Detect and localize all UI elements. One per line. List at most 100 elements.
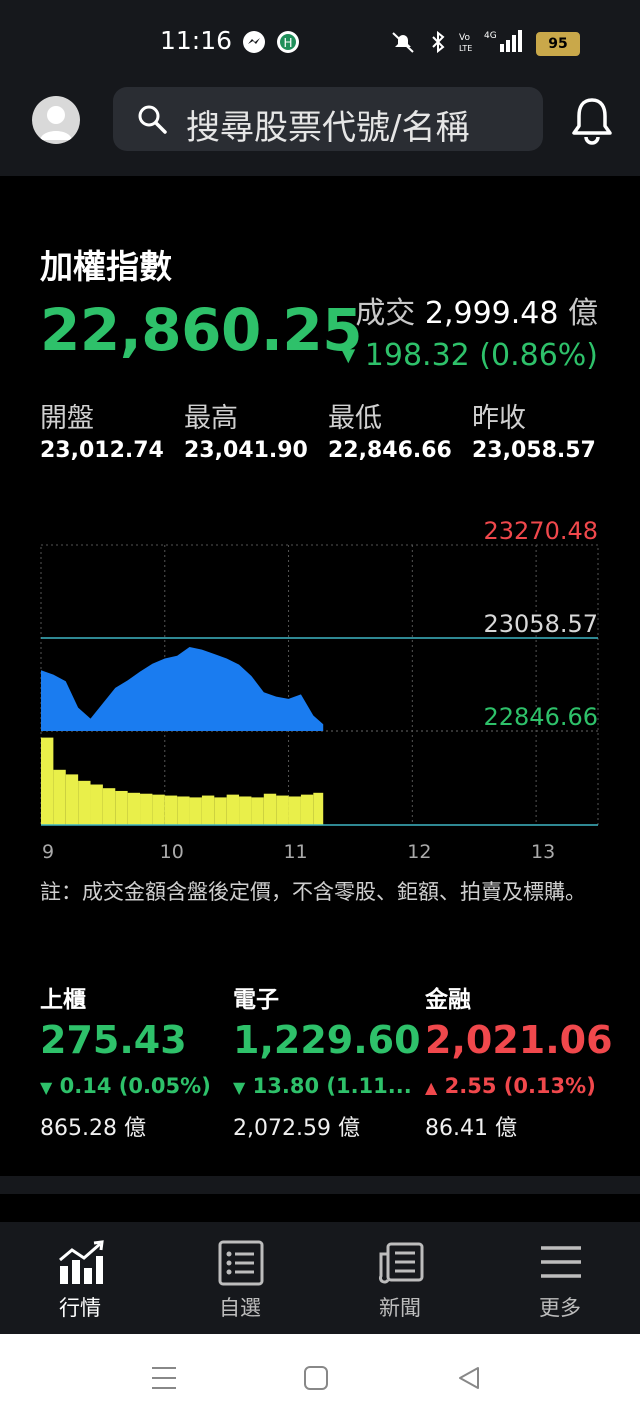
- x-tick-label: 9: [42, 841, 54, 863]
- search-icon: [138, 105, 167, 134]
- ohlc-high-value: 23,041.90: [184, 438, 308, 463]
- tab-watchlist[interactable]: 自選: [160, 1222, 320, 1334]
- sector-finance-amount: 86.41 億: [425, 1116, 517, 1141]
- ohlc-high-label: 最高: [184, 403, 238, 434]
- bluetooth-icon: [432, 30, 445, 54]
- ohlc-low-label: 最低: [328, 403, 382, 434]
- turnover-unit: 億: [568, 296, 598, 331]
- volume-bar: [251, 797, 264, 825]
- sector-electronics-change: ▼ 13.80 (1.11...: [233, 1074, 412, 1098]
- list-icon: [218, 1240, 264, 1286]
- y-label-prevclose: 23058.57: [483, 610, 598, 638]
- search-placeholder: 搜尋股票代號/名稱: [186, 108, 470, 148]
- turnover-note: 註：成交金額含盤後定價，不含零股、鉅額、拍賣及標購。: [40, 880, 586, 904]
- ohlc-low-value: 22,846.66: [328, 438, 452, 463]
- mute-bell-icon: [392, 32, 414, 53]
- down-arrow-icon: ▼: [40, 1078, 53, 1097]
- tab-news[interactable]: 新聞: [320, 1222, 480, 1334]
- volte-icon: Vo LTE: [459, 33, 472, 53]
- tab-market-label: 行情: [59, 1296, 101, 1320]
- volume-bar: [78, 780, 91, 825]
- index-value: 22,860.25: [40, 296, 363, 364]
- turnover-value: 2,999.48: [424, 296, 559, 331]
- volume-bar: [189, 797, 202, 825]
- tab-market[interactable]: 行情: [0, 1222, 160, 1334]
- chart-icon: [59, 1240, 104, 1284]
- sector-electronics-value[interactable]: 1,229.60: [233, 1018, 421, 1062]
- volume-bar: [214, 797, 227, 825]
- ohlc-prevclose-value: 23,058.57: [472, 438, 596, 463]
- down-arrow-icon: ▼: [233, 1078, 246, 1097]
- svg-text:H: H: [283, 36, 292, 50]
- up-arrow-icon: ▲: [425, 1078, 438, 1097]
- turnover-label: 成交: [355, 296, 416, 331]
- volume-bar: [276, 795, 289, 825]
- turnover: 成交 2,999.48 億: [355, 288, 598, 332]
- volume-bar: [53, 769, 66, 825]
- volume-bar: [313, 792, 324, 825]
- volume-bar: [164, 795, 178, 825]
- index-change: ▼ 198.32 (0.86%): [341, 338, 598, 373]
- svg-text:LTE: LTE: [459, 44, 472, 53]
- y-label-high: 23270.48: [483, 517, 598, 545]
- avatar[interactable]: [32, 96, 80, 144]
- x-tick-label: 13: [531, 841, 555, 863]
- x-tick-label: 12: [407, 841, 431, 863]
- intraday-chart[interactable]: 23270.48 23058.57 22846.66 9 10 11 12 13: [0, 500, 640, 872]
- status-time: 11:16: [160, 26, 233, 55]
- price-area: [41, 647, 324, 731]
- recent-apps-icon[interactable]: [150, 1364, 178, 1392]
- sector-otc-change-value: 0.14 (0.05%): [59, 1074, 211, 1098]
- sector-finance-change-value: 2.55 (0.13%): [444, 1074, 596, 1098]
- sector-finance-value[interactable]: 2,021.06: [425, 1018, 613, 1062]
- sector-otc-value[interactable]: 275.43: [40, 1018, 187, 1062]
- sector-finance-name: 金融: [425, 987, 471, 1013]
- y-label-low: 22846.66: [483, 703, 598, 731]
- battery-level: 95: [548, 36, 568, 52]
- bell-icon[interactable]: [570, 96, 614, 146]
- x-tick-label: 10: [160, 841, 184, 863]
- down-arrow-icon: ▼: [341, 345, 356, 366]
- hospital-app-icon: H: [277, 31, 299, 53]
- ohlc-open-value: 23,012.74: [40, 438, 164, 463]
- volume-bar: [140, 793, 153, 825]
- volume-bar: [288, 796, 301, 825]
- ohlc-prevclose-label: 昨收: [472, 403, 526, 434]
- battery-icon: 95: [536, 32, 580, 56]
- svg-text:4G: 4G: [484, 31, 497, 41]
- tab-more-label: 更多: [539, 1296, 581, 1320]
- index-name: 加權指數: [40, 247, 172, 286]
- volume-bar: [300, 794, 314, 825]
- volume-bar: [226, 794, 240, 825]
- volume-bar: [263, 793, 277, 825]
- volume-bar: [239, 796, 252, 825]
- user-icon: [40, 106, 72, 140]
- volume-bar: [201, 795, 215, 825]
- tab-more[interactable]: 更多: [480, 1222, 640, 1334]
- section-divider: [0, 1176, 640, 1194]
- volume-bar: [152, 794, 165, 825]
- signal-4g-icon: 4G: [484, 30, 522, 52]
- volume-bar: [177, 796, 190, 825]
- sector-electronics-name: 電子: [233, 987, 279, 1013]
- sector-finance-change: ▲ 2.55 (0.13%): [425, 1074, 596, 1098]
- ohlc-open-label: 開盤: [40, 403, 94, 434]
- home-icon[interactable]: [303, 1365, 329, 1391]
- volume-bar: [65, 774, 79, 825]
- index-change-value: 198.32 (0.86%): [364, 338, 598, 373]
- news-icon: [379, 1242, 424, 1284]
- volume-bar: [41, 737, 54, 825]
- back-icon[interactable]: [456, 1365, 482, 1391]
- sector-otc-name: 上櫃: [40, 987, 86, 1013]
- sector-electronics-change-value: 13.80 (1.11...: [252, 1074, 412, 1098]
- volume-bar: [90, 784, 103, 825]
- tab-watchlist-label: 自選: [219, 1296, 261, 1320]
- volume-bar: [115, 790, 128, 825]
- x-tick-label: 11: [283, 841, 307, 863]
- volume-bar: [102, 788, 116, 825]
- volume-bar: [127, 792, 141, 825]
- svg-text:Vo: Vo: [459, 33, 470, 43]
- messenger-icon: [243, 31, 265, 53]
- sector-electronics-amount: 2,072.59 億: [233, 1116, 360, 1141]
- menu-icon: [541, 1246, 581, 1278]
